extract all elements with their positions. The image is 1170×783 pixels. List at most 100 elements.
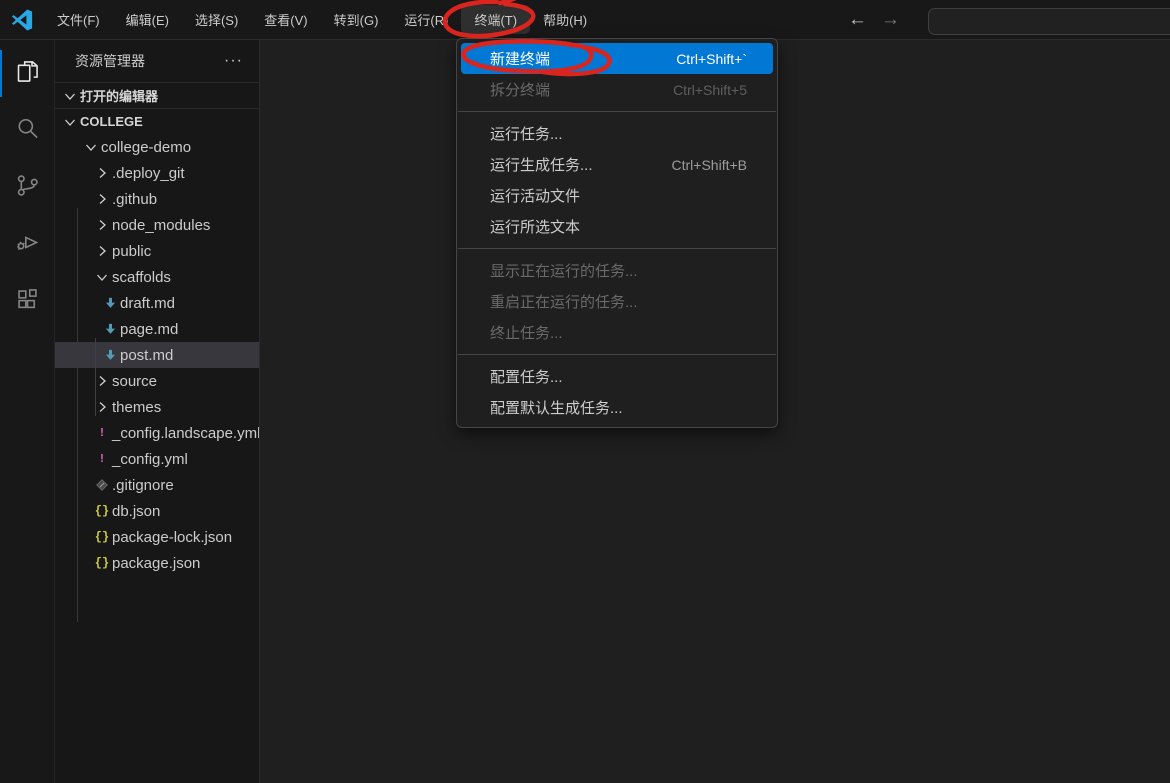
json-file-icon: {} — [92, 555, 112, 571]
menubar-item-help[interactable]: 帮助(H) — [530, 5, 600, 34]
section-label: COLLEGE — [80, 114, 143, 129]
tree-item-label: draft.md — [120, 295, 175, 312]
menu-item-label: 重启正在运行的任务... — [490, 291, 747, 312]
menubar-item-run[interactable]: 运行(R) — [391, 5, 461, 34]
menu-item-configure-default-build[interactable]: 配置默认生成任务... — [461, 392, 773, 423]
menu-item-run-active-file[interactable]: 运行活动文件 — [461, 180, 773, 211]
menu-item-split-terminal: 拆分终端Ctrl+Shift+5 — [461, 74, 773, 105]
menu-item-label: 运行生成任务... — [490, 154, 672, 175]
tree-item-label: package-lock.json — [112, 529, 232, 546]
back-arrow-icon[interactable]: ← — [848, 9, 867, 31]
menu-item-shortcut: Ctrl+Shift+5 — [673, 82, 747, 98]
source-control-icon — [14, 172, 41, 204]
section-label: 打开的编辑器 — [80, 86, 158, 105]
markdown-file-icon — [100, 295, 120, 311]
chevron-down-icon — [60, 114, 80, 130]
tree-item-package.json[interactable]: {}package.json — [55, 550, 259, 576]
menubar-item-edit[interactable]: 编辑(E) — [113, 5, 182, 34]
yaml-file-icon: ! — [92, 425, 112, 441]
activity-bar — [0, 40, 55, 783]
forward-arrow-icon[interactable]: → — [881, 9, 900, 31]
vscode-window: 文件(F)编辑(E)选择(S)查看(V)转到(G)运行(R)终端(T)帮助(H)… — [0, 0, 1170, 783]
activitybar-item-run-debug[interactable] — [0, 216, 54, 273]
command-center-search[interactable] — [928, 8, 1170, 35]
menu-item-run-build-task[interactable]: 运行生成任务...Ctrl+Shift+B — [461, 149, 773, 180]
menu-item-label: 运行任务... — [490, 123, 747, 144]
tree-item-label: themes — [112, 399, 161, 416]
menu-item-run-selected-text[interactable]: 运行所选文本 — [461, 211, 773, 242]
vscode-logo-icon — [0, 9, 44, 31]
terminal-menu-popup: 新建终端Ctrl+Shift+`拆分终端Ctrl+Shift+5运行任务...运… — [456, 38, 778, 428]
menu-separator — [458, 111, 776, 112]
tree-item-node_modules[interactable]: node_modules — [55, 212, 259, 238]
activitybar-item-search[interactable] — [0, 102, 54, 159]
indent-guide — [95, 338, 96, 416]
tree-item-label: .deploy_git — [112, 165, 185, 182]
menubar-item-terminal[interactable]: 终端(T) — [461, 5, 530, 34]
tree-item-.github[interactable]: .github — [55, 186, 259, 212]
tree-item-package-lock.json[interactable]: {}package-lock.json — [55, 524, 259, 550]
explorer-sidebar: 资源管理器 ··· 打开的编辑器 COLLEGE college-demo .depl… — [55, 40, 260, 783]
tree-item-draft.md[interactable]: draft.md — [55, 290, 259, 316]
menubar-item-view[interactable]: 查看(V) — [251, 5, 320, 34]
json-file-icon: {} — [92, 503, 112, 519]
menu-item-label: 终止任务... — [490, 322, 747, 343]
tree-item-_config.landscape.yml[interactable]: !_config.landscape.yml — [55, 420, 259, 446]
tree-item-post.md[interactable]: post.md — [55, 342, 259, 368]
tree-item-source[interactable]: source — [55, 368, 259, 394]
tree-item-label: node_modules — [112, 217, 210, 234]
tree-item-label: scaffolds — [112, 269, 171, 286]
tree-item-label: _config.yml — [112, 451, 188, 468]
explorer-header: 资源管理器 ··· — [55, 40, 259, 82]
tree-item-page.md[interactable]: page.md — [55, 316, 259, 342]
menu-item-label: 运行活动文件 — [490, 185, 747, 206]
menubar: 文件(F)编辑(E)选择(S)查看(V)转到(G)运行(R)终端(T)帮助(H) — [44, 0, 600, 39]
chevron-down-icon — [92, 269, 112, 285]
menu-item-restart-running-task: 重启正在运行的任务... — [461, 286, 773, 317]
menubar-item-selection[interactable]: 选择(S) — [182, 5, 251, 34]
yaml-file-icon: ! — [92, 451, 112, 467]
markdown-file-icon — [100, 347, 120, 363]
tree-item-label: page.md — [120, 321, 178, 338]
tree-item-_config.yml[interactable]: !_config.yml — [55, 446, 259, 472]
tree-item-.deploy_git[interactable]: .deploy_git — [55, 160, 259, 186]
menu-item-show-running-tasks: 显示正在运行的任务... — [461, 255, 773, 286]
explorer-tree: college-demo .deploy_git .github node_modul… — [55, 134, 259, 576]
tree-item-college-demo[interactable]: college-demo — [55, 134, 259, 160]
tree-item-label: db.json — [112, 503, 160, 520]
tree-item-themes[interactable]: themes — [55, 394, 259, 420]
more-actions-icon[interactable]: ··· — [220, 52, 247, 70]
activitybar-item-explorer[interactable] — [0, 45, 54, 102]
search-icon — [14, 115, 41, 147]
menu-item-label: 配置默认生成任务... — [490, 397, 747, 418]
tree-item-db.json[interactable]: {}db.json — [55, 498, 259, 524]
menu-item-shortcut: Ctrl+Shift+` — [676, 51, 747, 67]
menu-separator — [458, 354, 776, 355]
tree-item-label: source — [112, 373, 157, 390]
activitybar-item-source-control[interactable] — [0, 159, 54, 216]
files-icon — [14, 58, 41, 90]
menu-item-configure-task[interactable]: 配置任务... — [461, 361, 773, 392]
menu-item-new-terminal[interactable]: 新建终端Ctrl+Shift+` — [461, 43, 773, 74]
chevron-right-icon — [92, 191, 112, 207]
menubar-item-file[interactable]: 文件(F) — [44, 5, 113, 34]
section-header-workspace[interactable]: COLLEGE — [55, 108, 259, 134]
nav-arrows: ← → — [848, 0, 900, 40]
tree-item-public[interactable]: public — [55, 238, 259, 264]
indent-guide — [77, 208, 78, 622]
markdown-file-icon — [100, 321, 120, 337]
tree-item-label: post.md — [120, 347, 173, 364]
chevron-down-icon — [81, 139, 101, 155]
menu-item-label: 新建终端 — [490, 48, 676, 69]
menubar-item-go[interactable]: 转到(G) — [321, 5, 392, 34]
activitybar-item-extensions[interactable] — [0, 273, 54, 330]
menu-item-label: 运行所选文本 — [490, 216, 747, 237]
tree-item-label: college-demo — [101, 139, 191, 156]
tree-item-label: .gitignore — [112, 477, 174, 494]
menu-item-label: 显示正在运行的任务... — [490, 260, 747, 281]
section-header-open-editors[interactable]: 打开的编辑器 — [55, 82, 259, 108]
tree-item-.gitignore[interactable]: .gitignore — [55, 472, 259, 498]
tree-item-scaffolds[interactable]: scaffolds — [55, 264, 259, 290]
menu-item-run-task[interactable]: 运行任务... — [461, 118, 773, 149]
chevron-right-icon — [92, 217, 112, 233]
